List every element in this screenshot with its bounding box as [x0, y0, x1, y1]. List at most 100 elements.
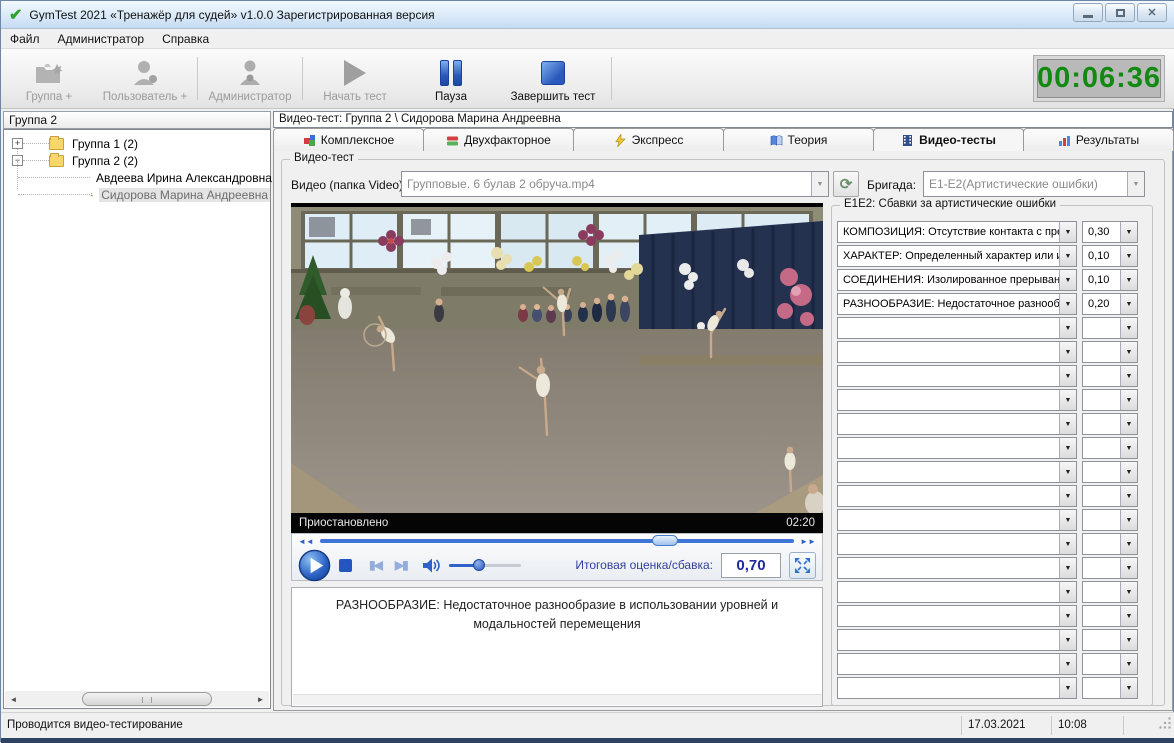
deduction-select[interactable]: ▼ [837, 653, 1077, 675]
deduction-value-select[interactable]: ▼ [1082, 557, 1138, 579]
chevron-down-icon[interactable]: ▼ [1059, 534, 1076, 554]
add-group-button[interactable]: Группа + [1, 49, 97, 108]
deduction-value-select[interactable]: ▼ [1082, 365, 1138, 387]
deduction-select[interactable]: ▼ [837, 581, 1077, 603]
volume-thumb[interactable] [473, 559, 485, 571]
scroll-thumb[interactable] [82, 692, 212, 706]
deduction-select[interactable]: ▼ [837, 317, 1077, 339]
tab-two-factor[interactable]: Двухфакторное [423, 128, 574, 151]
chevron-down-icon[interactable]: ▼ [1120, 414, 1137, 434]
deduction-value-select[interactable]: ▼ [1082, 437, 1138, 459]
deduction-select[interactable]: ▼ [837, 605, 1077, 627]
menu-administrator[interactable]: Администратор [49, 30, 154, 48]
tab-theory[interactable]: Теория [723, 128, 874, 151]
deduction-value-select[interactable]: 0,10 ▼ [1082, 245, 1138, 267]
chevron-down-icon[interactable]: ▼ [1120, 294, 1137, 314]
maximize-button[interactable] [1105, 3, 1135, 22]
deduction-select[interactable]: ХАРАКТЕР: Определенный характер или ид ▼ [837, 245, 1077, 267]
administrator-button[interactable]: Администратор [202, 49, 298, 108]
deduction-value-select[interactable]: ▼ [1082, 605, 1138, 627]
tab-results[interactable]: Результаты [1023, 128, 1174, 151]
deduction-value-select[interactable]: ▼ [1082, 677, 1138, 699]
chevron-down-icon[interactable]: ▼ [1059, 222, 1076, 242]
chevron-down-icon[interactable]: ▼ [1120, 630, 1137, 650]
chevron-down-icon[interactable]: ▼ [1059, 366, 1076, 386]
deduction-value-select[interactable]: ▼ [1082, 389, 1138, 411]
chevron-down-icon[interactable]: ▼ [1120, 534, 1137, 554]
chevron-down-icon[interactable]: ▼ [1059, 582, 1076, 602]
chevron-down-icon[interactable]: ▼ [1120, 342, 1137, 362]
menu-help[interactable]: Справка [153, 30, 218, 48]
chevron-down-icon[interactable]: ▼ [1120, 678, 1137, 698]
chevron-down-icon[interactable]: ▼ [1120, 270, 1137, 290]
chevron-down-icon[interactable]: ▼ [1059, 630, 1076, 650]
tab-express[interactable]: Экспресс [573, 128, 724, 151]
deduction-select[interactable]: ▼ [837, 365, 1077, 387]
comment-scrollbar[interactable] [293, 694, 822, 705]
deduction-value-select[interactable]: 0,20 ▼ [1082, 293, 1138, 315]
scroll-right-icon[interactable]: ► [252, 691, 269, 707]
chevron-down-icon[interactable]: ▼ [1120, 318, 1137, 338]
chevron-down-icon[interactable]: ▼ [1059, 462, 1076, 482]
deduction-select[interactable]: ▼ [837, 629, 1077, 651]
start-test-button[interactable]: Начать тест [307, 49, 403, 108]
finish-test-button[interactable]: Завершить тест [499, 49, 607, 108]
chevron-down-icon[interactable]: ▼ [1127, 172, 1144, 196]
play-button[interactable] [298, 549, 331, 582]
deduction-select[interactable]: ▼ [837, 677, 1077, 699]
deduction-select[interactable]: РАЗНООБРАЗИЕ: Недостаточное разнообр ▼ [837, 293, 1077, 315]
deduction-value-select[interactable]: 0,10 ▼ [1082, 269, 1138, 291]
chevron-down-icon[interactable]: ▼ [1120, 462, 1137, 482]
deduction-select[interactable]: ▼ [837, 533, 1077, 555]
pause-button[interactable]: Пауза [403, 49, 499, 108]
chevron-down-icon[interactable]: ▼ [1059, 486, 1076, 506]
volume-slider[interactable] [449, 564, 521, 567]
deduction-select[interactable]: ▼ [837, 437, 1077, 459]
chevron-down-icon[interactable]: ▼ [1120, 510, 1137, 530]
deduction-value-select[interactable]: ▼ [1082, 653, 1138, 675]
chevron-down-icon[interactable]: ▼ [1120, 654, 1137, 674]
brigade-select[interactable]: E1-E2(Артистические ошибки) ▼ [923, 171, 1145, 197]
deduction-select[interactable]: ▼ [837, 557, 1077, 579]
deduction-value-select[interactable]: ▼ [1082, 413, 1138, 435]
expand-icon[interactable]: + [12, 138, 23, 149]
deduction-value-select[interactable]: ▼ [1082, 461, 1138, 483]
chevron-down-icon[interactable]: ▼ [1120, 246, 1137, 266]
chevron-down-icon[interactable]: ▼ [1120, 558, 1137, 578]
scroll-left-icon[interactable]: ◄ [5, 691, 22, 707]
chevron-down-icon[interactable]: ▼ [1120, 438, 1137, 458]
deduction-select[interactable]: ▼ [837, 389, 1077, 411]
chevron-down-icon[interactable]: ▼ [1120, 582, 1137, 602]
chevron-down-icon[interactable]: ▼ [1059, 342, 1076, 362]
chevron-down-icon[interactable]: ▼ [1059, 510, 1076, 530]
seek-forward-icon[interactable]: ►► [794, 537, 822, 546]
seek-thumb[interactable] [652, 535, 678, 546]
chevron-down-icon[interactable]: ▼ [1120, 366, 1137, 386]
chevron-down-icon[interactable]: ▼ [1059, 294, 1076, 314]
stop-button[interactable] [339, 559, 352, 572]
deduction-value-select[interactable]: 0,30 ▼ [1082, 221, 1138, 243]
deduction-value-select[interactable]: ▼ [1082, 581, 1138, 603]
close-button[interactable]: ✕ [1137, 3, 1167, 22]
video-frame[interactable]: Приостановлено 02:20 [291, 203, 823, 533]
video-select[interactable]: Групповые. 6 булав 2 обруча.mp4 ▼ [401, 171, 829, 197]
chevron-down-icon[interactable]: ▼ [811, 172, 828, 196]
deduction-value-select[interactable]: ▼ [1082, 485, 1138, 507]
chevron-down-icon[interactable]: ▼ [1059, 246, 1076, 266]
chevron-down-icon[interactable]: ▼ [1120, 606, 1137, 626]
deduction-value-select[interactable]: ▼ [1082, 533, 1138, 555]
tab-video-tests[interactable]: Видео-тесты [873, 128, 1024, 151]
deduction-value-select[interactable]: ▼ [1082, 509, 1138, 531]
deduction-select[interactable]: ▼ [837, 485, 1077, 507]
tree-item-user-sidorova[interactable]: Сидорова Марина Андреевна [4, 186, 270, 203]
resize-grip[interactable] [1159, 717, 1172, 730]
chevron-down-icon[interactable]: ▼ [1059, 606, 1076, 626]
deduction-select[interactable]: ▼ [837, 413, 1077, 435]
deduction-select[interactable]: СОЕДИНЕНИЯ: Изолированное прерывани ▼ [837, 269, 1077, 291]
fullscreen-button[interactable] [789, 552, 816, 579]
deduction-value-select[interactable]: ▼ [1082, 629, 1138, 651]
chevron-down-icon[interactable]: ▼ [1059, 678, 1076, 698]
minimize-button[interactable] [1073, 3, 1103, 22]
chevron-down-icon[interactable]: ▼ [1120, 390, 1137, 410]
deduction-select[interactable]: ▼ [837, 461, 1077, 483]
